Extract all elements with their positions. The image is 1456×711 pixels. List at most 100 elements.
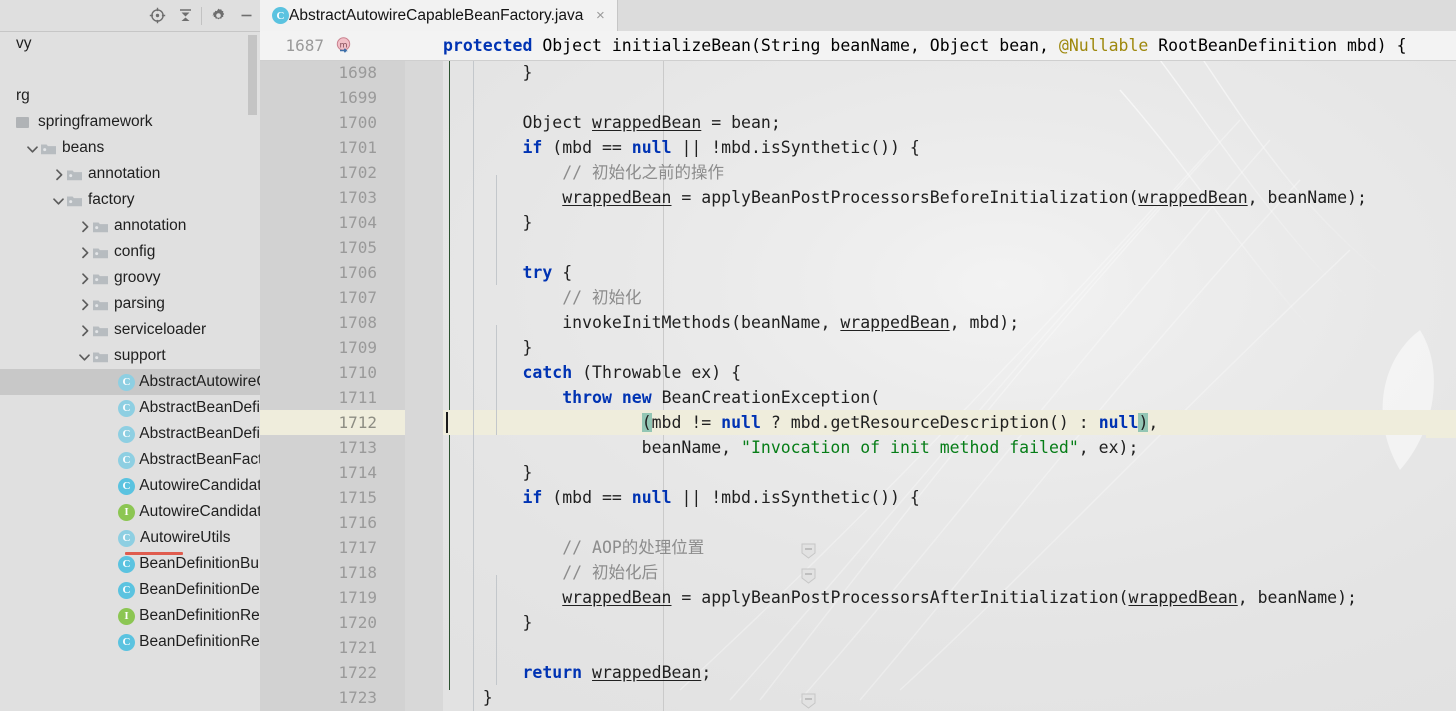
tree-item-vy[interactable]: vy xyxy=(0,31,260,57)
chevron-down-icon[interactable] xyxy=(76,348,92,364)
tree-item-abstractautowirecap[interactable]: CAbstractAutowireCap xyxy=(0,369,260,395)
tree-item-beans[interactable]: beans xyxy=(0,135,260,161)
project-tree[interactable]: vy rg springframework beans annotation factor… xyxy=(0,31,260,711)
code-line-1722[interactable]: return wrappedBean; xyxy=(443,660,711,685)
line-number: 1704 xyxy=(338,213,377,232)
line-number: 1708 xyxy=(338,313,377,332)
chevron-down-icon[interactable] xyxy=(24,140,40,156)
line-number: 1710 xyxy=(338,363,377,382)
tree-item-autowireutils[interactable]: C AutowireUtils xyxy=(0,525,260,551)
code-token: ; xyxy=(701,663,712,682)
editor-scrollbar[interactable] xyxy=(1426,31,1456,711)
chevron-right-icon[interactable] xyxy=(50,166,66,182)
line-number: 1715 xyxy=(338,488,377,507)
code-line-1717[interactable]: // AOP的处理位置 xyxy=(443,535,704,560)
sticky-line-number: 1687 xyxy=(285,36,324,55)
code-line-1720[interactable]: } xyxy=(443,610,532,635)
tree-item-label: groovy xyxy=(114,269,161,286)
chevron-right-icon[interactable] xyxy=(76,322,92,338)
code-line-1715[interactable]: if (mbd == null || !mbd.isSynthetic()) { xyxy=(443,485,919,510)
tree-item-rg[interactable]: rg xyxy=(0,83,260,109)
tree-item-factory[interactable]: factory xyxy=(0,187,260,213)
tree-item-abstractbeandefiniti[interactable]: CAbstractBeanDefiniti xyxy=(0,421,260,447)
code-token: return xyxy=(522,663,583,682)
code-token: mbd != xyxy=(651,413,722,432)
chevron-right-icon[interactable] xyxy=(76,296,92,312)
code-token: // 初始化后 xyxy=(443,563,659,582)
tree-item-config[interactable]: config xyxy=(0,239,260,265)
code-folding-marker-2[interactable] xyxy=(800,693,817,709)
tree-item-beandefinitionreade[interactable]: CBeanDefinitionReade xyxy=(0,629,260,655)
tree-twisty-spacer xyxy=(102,608,118,624)
code-line-1703[interactable]: wrappedBean = applyBeanPostProcessorsBef… xyxy=(443,185,1367,210)
code-token: , ex); xyxy=(1078,438,1139,457)
code-line-1708[interactable]: invokeInitMethods(beanName, wrappedBean,… xyxy=(443,310,1019,335)
code-token: "Invocation of init method failed" xyxy=(741,438,1079,457)
tree-item-annotation[interactable]: annotation xyxy=(0,213,260,239)
code-editor[interactable]: 1698 1699 1700 1701 1702 1703 1704 1705 1706 1707… xyxy=(260,60,1456,711)
code-folding-marker-1[interactable] xyxy=(800,568,817,584)
code-line-1709[interactable]: } xyxy=(443,335,532,360)
method-override-icon[interactable]: m xyxy=(334,36,354,56)
code-line-1719[interactable]: wrappedBean = applyBeanPostProcessorsAft… xyxy=(443,585,1357,610)
chevron-right-icon[interactable] xyxy=(76,244,92,260)
tree-item-beandefinitionbuilde[interactable]: CBeanDefinitionBuilde xyxy=(0,551,260,577)
tree-item-label: vy xyxy=(16,35,32,52)
code-line-1704[interactable]: } xyxy=(443,210,532,235)
code-token: RootBeanDefinition mbd) { xyxy=(1148,36,1407,55)
code-line-1702[interactable]: // 初始化之前的操作 xyxy=(443,160,724,185)
tree-item-beandefinitionreade[interactable]: IBeanDefinitionReade xyxy=(0,603,260,629)
tree-item-support[interactable]: support xyxy=(0,343,260,369)
code-line-1698[interactable]: } xyxy=(443,60,532,85)
line-number: 1717 xyxy=(338,538,377,557)
code-line-1700[interactable]: Object wrappedBean = bean; xyxy=(443,110,780,135)
tree-item-groovy[interactable]: groovy xyxy=(0,265,260,291)
code-line-1713[interactable]: beanName, "Invocation of init method fai… xyxy=(443,435,1139,460)
tree-item-annotation[interactable]: annotation xyxy=(0,161,260,187)
editor-tab-abstractautowirecapablebeanfactory[interactable]: C AbstractAutowireCapableBeanFactory.jav… xyxy=(260,0,619,31)
code-line-1701[interactable]: if (mbd == null || !mbd.isSynthetic()) { xyxy=(443,135,919,160)
close-icon[interactable]: × xyxy=(593,8,607,23)
tree-item-label: AbstractBeanDefiniti xyxy=(139,399,260,416)
tree-item-autowirecandidater[interactable]: IAutowireCandidateR xyxy=(0,499,260,525)
code-token: null xyxy=(631,138,672,157)
collapse-all-button[interactable] xyxy=(171,3,199,29)
tree-item-abstractbeanfactory[interactable]: CAbstractBeanFactory xyxy=(0,447,260,473)
code-line-1710[interactable]: catch (Throwable ex) { xyxy=(443,360,741,385)
code-line-1712[interactable]: (mbd != null ? mbd.getResourceDescriptio… xyxy=(443,410,1158,435)
editor-gutter-icons[interactable] xyxy=(405,60,816,711)
select-opened-file-button[interactable] xyxy=(143,3,171,29)
hide-tool-window-button[interactable] xyxy=(232,3,260,29)
tree-item-blank-1[interactable] xyxy=(0,57,260,83)
svg-text:m: m xyxy=(340,40,348,49)
tree-item-autowirecandidateq[interactable]: CAutowireCandidateQ xyxy=(0,473,260,499)
project-tree-scrollbar[interactable] xyxy=(248,35,257,115)
editor-gutter[interactable]: 1698 1699 1700 1701 1702 1703 1704 1705 1706 1707… xyxy=(260,60,443,711)
chevron-right-icon[interactable] xyxy=(76,270,92,286)
settings-button[interactable] xyxy=(204,3,232,29)
tree-twisty-spacer xyxy=(102,634,118,650)
tree-item-serviceloader[interactable]: serviceloader xyxy=(0,317,260,343)
tree-item-springframework[interactable]: springframework xyxy=(0,109,260,135)
code-folding-marker-0[interactable] xyxy=(800,543,817,559)
sticky-header-line[interactable]: 1687 m protected Object initializeBean(S… xyxy=(260,31,1456,61)
code-line-1711[interactable]: throw new BeanCreationException( xyxy=(443,385,880,410)
code-line-1714[interactable]: } xyxy=(443,460,532,485)
tree-item-label: parsing xyxy=(114,295,165,312)
code-line-1723[interactable]: } xyxy=(443,685,493,710)
chevron-right-icon[interactable] xyxy=(76,218,92,234)
sticky-header-gutter: 1687 m xyxy=(260,31,405,60)
code-token: throw xyxy=(562,388,612,407)
code-line-1706[interactable]: try { xyxy=(443,260,572,285)
tree-item-beandefinitiondefaul[interactable]: CBeanDefinitionDefaul xyxy=(0,577,260,603)
code-token: catch xyxy=(522,363,573,382)
folder-icon xyxy=(92,218,109,235)
line-number: 1714 xyxy=(338,463,377,482)
tree-item-parsing[interactable]: parsing xyxy=(0,291,260,317)
tree-item-abstractbeandefiniti[interactable]: CAbstractBeanDefiniti xyxy=(0,395,260,421)
code-line-1718[interactable]: // 初始化后 xyxy=(443,560,658,585)
folder-icon xyxy=(66,166,83,183)
chevron-down-icon[interactable] xyxy=(50,192,66,208)
